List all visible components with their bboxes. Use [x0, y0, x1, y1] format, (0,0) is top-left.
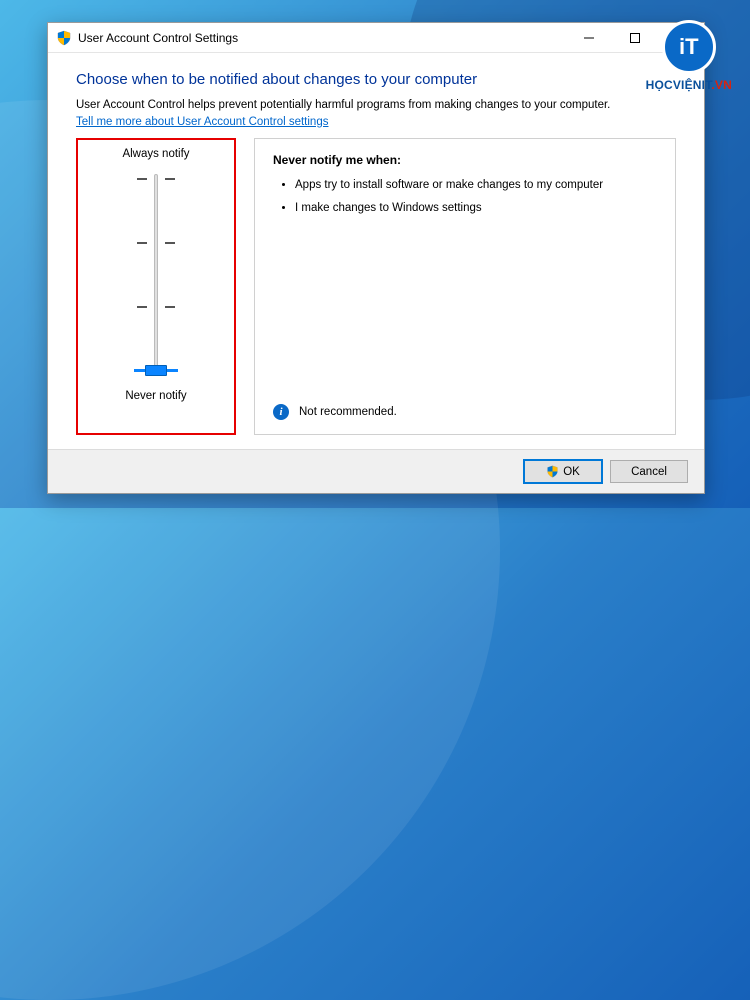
recommendation-text: Not recommended. [299, 406, 397, 418]
uac-shield-icon [56, 30, 72, 46]
watermark-badge: iT [662, 20, 716, 74]
ok-button[interactable]: OK [524, 460, 602, 483]
notification-slider-panel: Always notify Never notify [76, 138, 236, 435]
watermark-logo: iT HỌCVIỆNIT.VN [646, 20, 732, 92]
page-heading: Choose when to be notified about changes… [76, 71, 676, 88]
slider-bottom-label: Never notify [125, 390, 186, 402]
notification-slider[interactable] [121, 170, 191, 380]
minimize-button[interactable] [566, 23, 612, 52]
uac-shield-icon [546, 465, 559, 478]
window-title: User Account Control Settings [78, 31, 566, 45]
slider-thumb[interactable] [145, 365, 167, 376]
titlebar[interactable]: User Account Control Settings [48, 23, 704, 53]
info-title: Never notify me when: [273, 153, 657, 167]
info-bullet: Apps try to install software or make cha… [295, 177, 657, 195]
dialog-footer: OK Cancel [48, 449, 704, 493]
watermark-text: HỌCVIỆNIT.VN [646, 78, 732, 92]
slider-top-label: Always notify [122, 148, 189, 160]
info-bullet: I make changes to Windows settings [295, 200, 657, 218]
cancel-button[interactable]: Cancel [610, 460, 688, 483]
info-bullet-list: Apps try to install software or make cha… [273, 177, 657, 225]
notification-info-panel: Never notify me when: Apps try to instal… [254, 138, 676, 435]
help-link[interactable]: Tell me more about User Account Control … [76, 116, 676, 128]
cancel-button-label: Cancel [631, 466, 667, 478]
page-description: User Account Control helps prevent poten… [76, 98, 676, 114]
ok-button-label: OK [563, 466, 580, 478]
info-icon: i [273, 404, 289, 420]
uac-settings-window: User Account Control Settings Choose whe… [47, 22, 705, 494]
content-area: Choose when to be notified about changes… [48, 53, 704, 449]
